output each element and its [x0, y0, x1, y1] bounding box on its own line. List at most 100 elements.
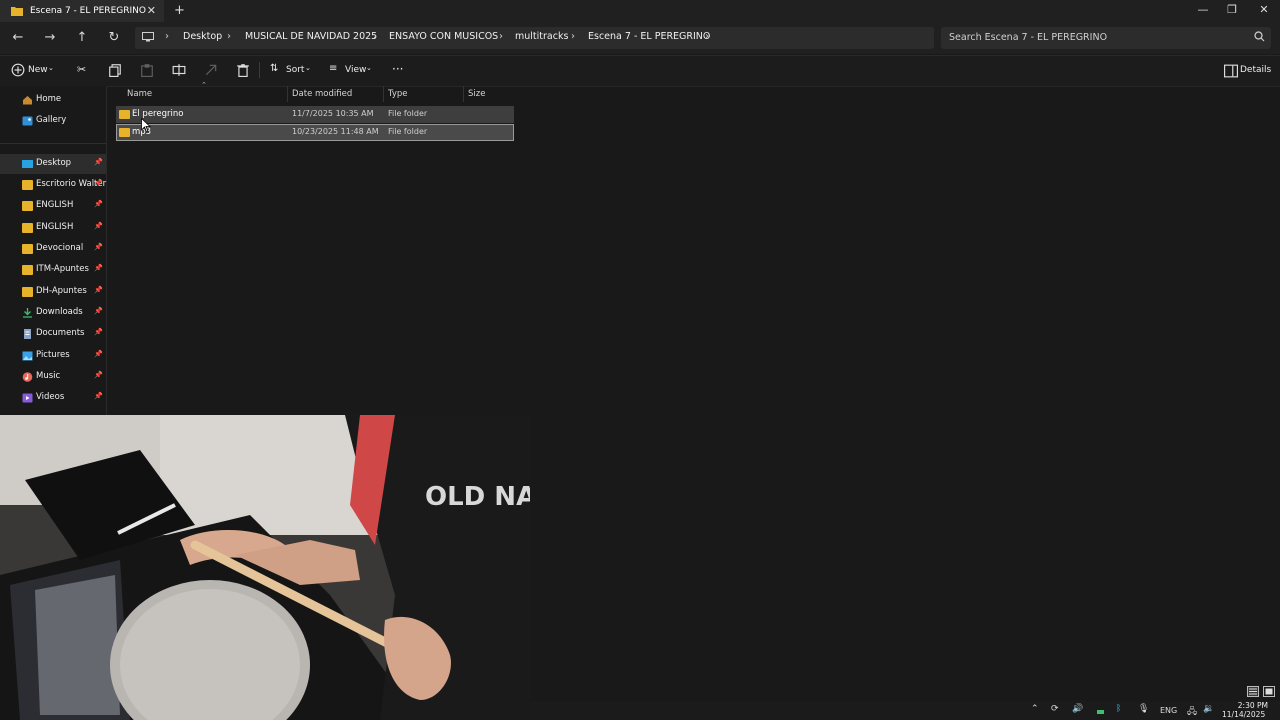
- folder-icon: [22, 287, 33, 297]
- breadcrumb-desktop[interactable]: Desktop: [183, 31, 222, 42]
- pin-icon[interactable]: 📌: [94, 264, 103, 272]
- sidebar-item-escritorio-walter[interactable]: Escritorio Walter 📌: [0, 175, 106, 195]
- column-header-name[interactable]: Name: [127, 89, 152, 99]
- tab-title: Escena 7 - EL PEREGRINO: [30, 6, 146, 16]
- sidebar-item-english[interactable]: ENGLISH 📌: [0, 196, 106, 216]
- breadcrumb-chevron-icon[interactable]: ›: [165, 31, 169, 42]
- back-button[interactable]: ←: [10, 30, 26, 46]
- folder-icon: [22, 244, 33, 254]
- documents-icon: [24, 329, 31, 339]
- pin-icon[interactable]: 📌: [94, 200, 103, 208]
- new-icon[interactable]: [11, 63, 25, 77]
- column-divider[interactable]: [383, 86, 384, 102]
- sidebar-item-downloads[interactable]: Downloads 📌: [0, 303, 106, 323]
- details-button[interactable]: Details: [1240, 65, 1271, 75]
- column-header-size[interactable]: Size: [468, 89, 485, 99]
- details-view-icon[interactable]: [1247, 686, 1259, 697]
- breadcrumb-musical[interactable]: MUSICAL DE NAVIDAD 2025: [245, 31, 377, 42]
- column-divider[interactable]: [287, 86, 288, 102]
- view-button[interactable]: View: [345, 65, 366, 75]
- sidebar-item-gallery[interactable]: Gallery: [0, 111, 106, 131]
- sidebar-item-dh-apuntes[interactable]: DH-Apuntes 📌: [0, 282, 106, 302]
- pin-icon[interactable]: 📌: [94, 286, 103, 294]
- pin-icon[interactable]: 📌: [94, 243, 103, 251]
- cut-icon[interactable]: ✂: [77, 63, 86, 76]
- chevron-down-icon[interactable]: ⌄: [305, 64, 311, 72]
- forward-button[interactable]: →: [42, 30, 58, 46]
- sidebar-item-devocional[interactable]: Devocional 📌: [0, 239, 106, 259]
- pin-icon[interactable]: 📌: [94, 307, 103, 315]
- bluetooth-icon[interactable]: ᛒ: [1116, 704, 1121, 714]
- rename-icon[interactable]: [172, 63, 186, 77]
- minimize-button[interactable]: —: [1193, 3, 1213, 16]
- sidebar-item-desktop[interactable]: Desktop 📌: [0, 154, 106, 174]
- videos-icon: [22, 393, 33, 403]
- sort-button[interactable]: Sort: [286, 65, 304, 75]
- microphone-icon[interactable]: 🎙: [1138, 704, 1149, 714]
- tab-escena-7[interactable]: Escena 7 - EL PEREGRINO ✕: [0, 0, 164, 22]
- sidebar-item-label: Pictures: [36, 350, 70, 360]
- sidebar-item-home[interactable]: Home: [0, 90, 106, 110]
- breadcrumb-chevron-icon[interactable]: ›: [705, 31, 709, 42]
- new-tab-button[interactable]: +: [174, 3, 185, 18]
- column-header-date-modified[interactable]: Date modified: [292, 89, 352, 99]
- music-icon: [22, 372, 33, 382]
- mouse-cursor-icon: [141, 118, 151, 133]
- pin-icon[interactable]: 📌: [94, 371, 103, 379]
- delete-icon[interactable]: [236, 63, 250, 77]
- sidebar-item-music[interactable]: Music 📌: [0, 367, 106, 387]
- sidebar-item-english-2[interactable]: ENGLISH 📌: [0, 218, 106, 238]
- tiles-view-icon[interactable]: [1263, 686, 1275, 697]
- clock-time[interactable]: 2:30 PM: [1236, 701, 1268, 710]
- close-window-button[interactable]: ✕: [1254, 3, 1274, 16]
- view-icon[interactable]: ≡: [329, 63, 337, 74]
- network-icon[interactable]: 🖧: [1187, 704, 1197, 720]
- sort-icon[interactable]: ⇅: [270, 63, 278, 74]
- battery-icon[interactable]: [1097, 710, 1104, 714]
- file-row-el-peregrino[interactable]: El peregrino 11/7/2025 10:35 AM File fol…: [116, 106, 514, 123]
- copy-icon[interactable]: [108, 63, 122, 77]
- language-indicator[interactable]: ENG: [1160, 706, 1177, 715]
- volume-icon[interactable]: 🔉: [1203, 704, 1214, 714]
- clock-date[interactable]: 11/14/2025: [1222, 710, 1265, 719]
- sidebar-item-videos[interactable]: Videos 📌: [0, 388, 106, 408]
- sync-icon[interactable]: ⟳: [1051, 704, 1059, 714]
- breadcrumb-escena-7[interactable]: Escena 7 - EL PEREGRINO: [588, 31, 710, 42]
- new-button[interactable]: New: [28, 65, 48, 75]
- breadcrumb-chevron-icon[interactable]: ›: [499, 31, 503, 42]
- pin-icon[interactable]: 📌: [94, 158, 103, 166]
- pin-icon[interactable]: 📌: [94, 222, 103, 230]
- pin-icon[interactable]: 📌: [94, 392, 103, 400]
- pin-icon[interactable]: 📌: [94, 350, 103, 358]
- sidebar-item-documents[interactable]: Documents 📌: [0, 324, 106, 344]
- folder-icon: [22, 223, 33, 233]
- file-row-mp3[interactable]: mp3 10/23/2025 11:48 AM File folder: [116, 124, 514, 141]
- details-pane-icon[interactable]: [1224, 64, 1238, 78]
- file-date-modified: 11/7/2025 10:35 AM: [292, 109, 374, 118]
- share-icon[interactable]: [204, 63, 218, 77]
- breadcrumb-multitracks[interactable]: multitracks: [515, 31, 568, 42]
- breadcrumb-chevron-icon[interactable]: ›: [571, 31, 575, 42]
- sidebar-item-itm-apuntes[interactable]: ITM-Apuntes 📌: [0, 260, 106, 280]
- refresh-button[interactable]: ↻: [106, 30, 122, 46]
- chevron-down-icon[interactable]: ⌄: [48, 64, 54, 72]
- close-tab-icon[interactable]: ✕: [147, 4, 156, 17]
- pin-icon[interactable]: 📌: [94, 179, 103, 187]
- up-button[interactable]: ↑: [74, 30, 90, 46]
- maximize-button[interactable]: ❐: [1222, 3, 1242, 16]
- search-icon[interactable]: [1254, 31, 1265, 42]
- webcam-overlay: OLD NAV: [0, 415, 530, 720]
- speaker-icon[interactable]: 🔊: [1072, 704, 1083, 714]
- breadcrumb-chevron-icon[interactable]: ›: [227, 31, 231, 42]
- chevron-down-icon[interactable]: ⌄: [366, 64, 372, 72]
- column-divider[interactable]: [463, 86, 464, 102]
- pin-icon[interactable]: 📌: [94, 328, 103, 336]
- breadcrumb-ensayo[interactable]: ENSAYO CON MUSICOS: [389, 31, 498, 42]
- sidebar-item-pictures[interactable]: Pictures 📌: [0, 346, 106, 366]
- paste-icon[interactable]: [140, 63, 154, 77]
- search-input[interactable]: Search Escena 7 - EL PEREGRINO: [949, 32, 1107, 43]
- breadcrumb-chevron-icon[interactable]: ›: [373, 31, 377, 42]
- more-options-icon[interactable]: ···: [392, 62, 403, 76]
- column-header-type[interactable]: Type: [388, 89, 408, 99]
- show-hidden-icons-icon[interactable]: ⌃: [1031, 704, 1039, 714]
